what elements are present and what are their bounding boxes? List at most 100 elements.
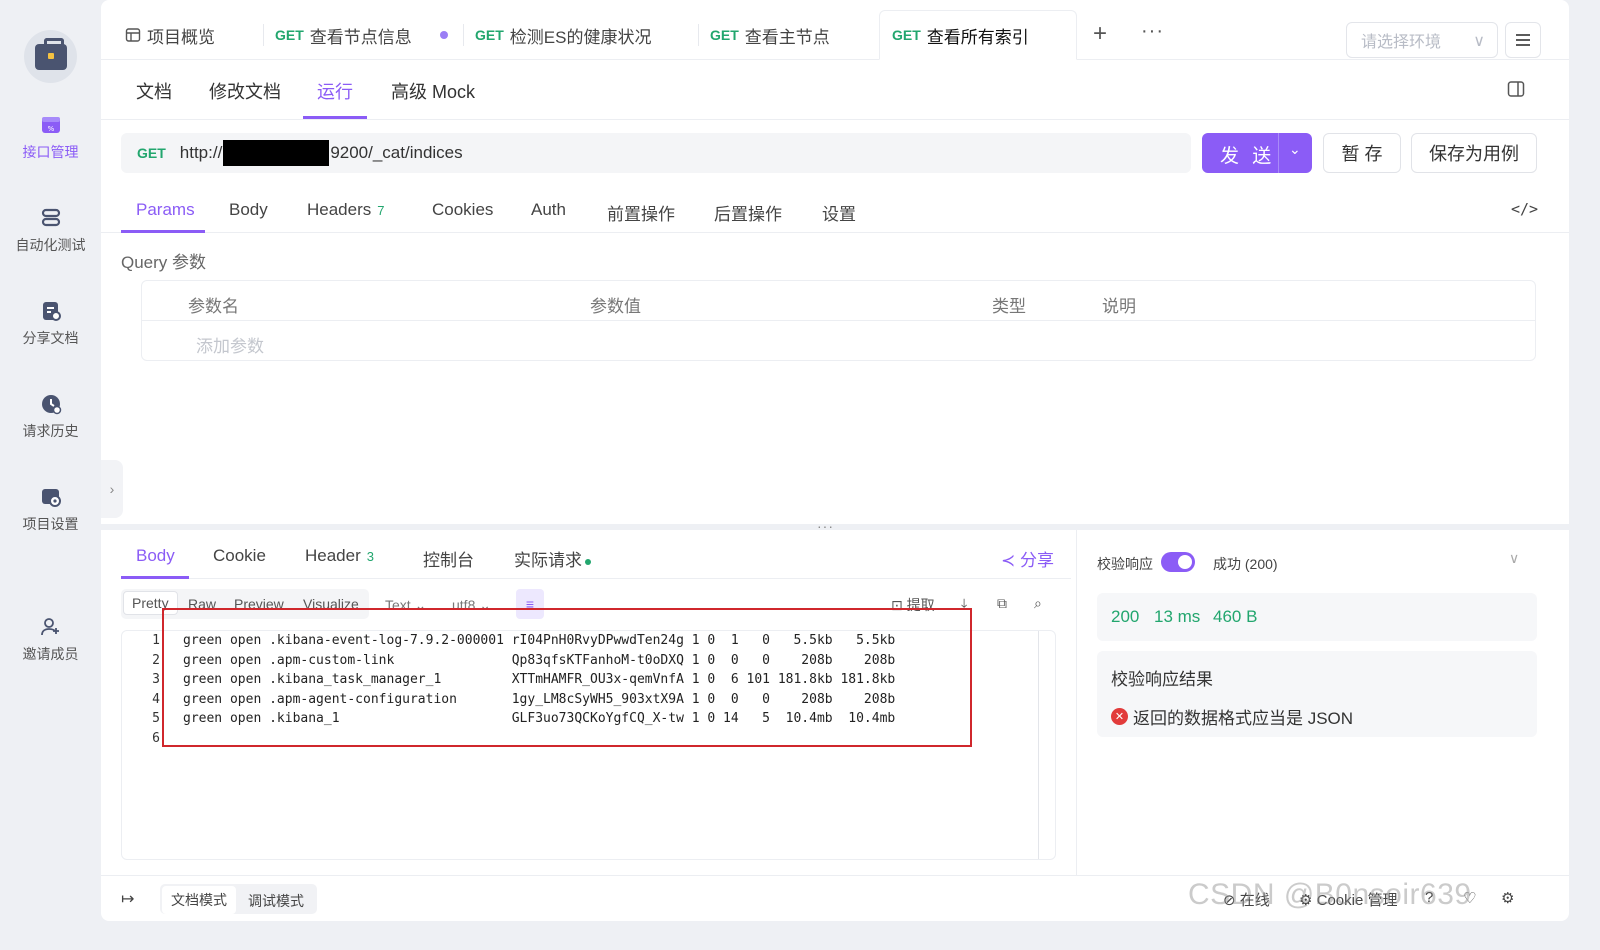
sidebar-item-history[interactable]: 请求历史 — [0, 393, 101, 441]
subtab-doc[interactable]: 文档 — [136, 78, 172, 104]
side-panel-icon[interactable] — [1507, 80, 1525, 98]
sidebar-item-label: 请求历史 — [22, 423, 79, 439]
chevron-down-icon: ∨ — [1473, 33, 1485, 50]
history-icon — [41, 395, 61, 415]
doc-subtabs: 文档 修改文档 运行 高级 Mock — [101, 60, 1569, 120]
tab-post-script[interactable]: 后置操作 — [714, 200, 782, 225]
sidebar-item-label: 接口管理 — [22, 144, 79, 160]
tab-label: 项目概览 — [147, 27, 215, 47]
sidebar: % 接口管理 自动化测试 分享文档 请求历史 项目设置 邀请成员 — [0, 0, 101, 950]
method-badge: GET — [892, 27, 921, 43]
table-header: 参数名 参数值 类型 说明 — [142, 281, 1535, 321]
more-tabs-icon[interactable]: ··· — [1141, 20, 1164, 43]
tab-response-body[interactable]: Body — [136, 546, 175, 566]
tab-params[interactable]: Params — [136, 200, 195, 220]
doc-mode-button[interactable]: 文档模式 — [162, 886, 236, 914]
menu-icon — [1516, 34, 1530, 46]
redacted-host — [223, 140, 330, 166]
error-icon: ✕ — [1111, 708, 1128, 725]
collapse-sidebar-icon[interactable]: ↦ — [121, 889, 134, 909]
save-as-case-button[interactable]: 保存为用例 — [1411, 133, 1537, 173]
share-icon: ≺ — [1001, 551, 1016, 570]
subtab-edit-doc[interactable]: 修改文档 — [209, 78, 281, 104]
send-dropdown-icon[interactable]: ⌄ — [1289, 141, 1301, 158]
tab-headers[interactable]: Headers 7 — [307, 200, 385, 220]
tab-node-info[interactable]: GET 查看节点信息 — [275, 10, 448, 60]
sidebar-item-invite[interactable]: 邀请成员 — [0, 616, 101, 664]
tab-master-node[interactable]: GET 查看主节点 — [710, 10, 830, 60]
method-badge: GET — [710, 27, 739, 43]
tab-response-cookie[interactable]: Cookie — [213, 546, 266, 566]
search-icon[interactable]: ⌕ — [1034, 595, 1042, 612]
validation-status: 成功 (200) — [1213, 556, 1278, 572]
response-stats: 200 13 ms 460 B — [1097, 593, 1537, 641]
watermark: CSDN @B0nsoir639 — [1188, 878, 1472, 911]
unsaved-dot — [439, 31, 448, 39]
send-divider — [1278, 133, 1279, 173]
validation-result-title: 校验响应结果 — [1111, 670, 1213, 689]
sidebar-item-label: 分享文档 — [22, 330, 79, 346]
overview-icon — [125, 28, 141, 42]
tab-separator — [263, 24, 264, 46]
tab-label: 检测ES的健康状况 — [509, 27, 652, 47]
chevron-down-icon[interactable]: ∨ — [1509, 550, 1519, 567]
expand-panel-button[interactable]: › — [101, 460, 123, 518]
request-method[interactable]: GET — [137, 145, 166, 161]
tab-actual-request[interactable]: 实际请求 — [514, 546, 591, 571]
save-temp-button[interactable]: 暂 存 — [1323, 133, 1401, 173]
sidebar-item-automation[interactable]: 自动化测试 — [0, 207, 101, 255]
validation-error-text: 返回的数据格式应当是 JSON — [1133, 709, 1354, 728]
highlight-box — [162, 608, 972, 747]
debug-mode-button[interactable]: 调试模式 — [248, 891, 304, 911]
method-badge: GET — [275, 27, 304, 43]
main-menu-button[interactable] — [1505, 22, 1541, 58]
send-label: 发 送 — [1220, 146, 1276, 167]
copy-icon[interactable]: ⧉ — [997, 595, 1007, 612]
subtab-advanced-mock[interactable]: 高级 Mock — [391, 78, 475, 104]
method-badge: GET — [475, 27, 504, 43]
active-response-tab-underline — [121, 576, 189, 579]
tab-auth[interactable]: Auth — [531, 200, 566, 220]
add-param-input[interactable]: 添加参数 — [196, 332, 264, 357]
sidebar-item-project-settings[interactable]: 项目设置 — [0, 486, 101, 534]
subtab-run[interactable]: 运行 — [317, 78, 353, 104]
api-icon: % — [41, 117, 60, 133]
main-panel: 项目概览 GET 查看节点信息 GET 检测ES的健康状况 GET 查看主节点 … — [101, 0, 1569, 921]
tab-all-indices[interactable]: GET 查看所有索引 — [879, 10, 1077, 60]
tab-label: 查看所有索引 — [926, 27, 1029, 47]
settings-icon[interactable]: ⚙ — [1501, 889, 1514, 907]
sidebar-item-api[interactable]: % 接口管理 — [0, 114, 101, 162]
tab-settings[interactable]: 设置 — [822, 200, 856, 225]
project-logo[interactable] — [24, 30, 77, 83]
drag-handle-icon[interactable]: ··· — [817, 518, 834, 534]
validate-response-toggle[interactable] — [1161, 552, 1195, 572]
column-header: 参数值 — [590, 297, 641, 316]
tab-body[interactable]: Body — [229, 200, 268, 220]
send-button[interactable]: 发 送 ⌄ — [1202, 133, 1312, 173]
tab-response-header[interactable]: Header 3 — [305, 546, 374, 566]
tab-pre-script[interactable]: 前置操作 — [607, 200, 675, 225]
sidebar-item-label: 项目设置 — [22, 516, 79, 532]
scrollbar-track[interactable] — [1038, 631, 1039, 859]
column-header: 说明 — [1102, 297, 1136, 316]
status-dot — [585, 558, 591, 565]
invite-member-icon — [40, 618, 59, 636]
tab-separator — [463, 24, 464, 46]
column-header: 类型 — [992, 297, 1026, 316]
validation-result: 校验响应结果 ✕ 返回的数据格式应当是 JSON — [1097, 651, 1537, 737]
headers-count: 7 — [377, 203, 385, 218]
url-input[interactable]: GET http:// 9200/_cat/indices — [121, 133, 1191, 173]
validation-panel: 校验响应 成功 (200) ∨ 200 13 ms 460 B 校验响应结果 ✕… — [1076, 530, 1569, 875]
tab-label: 查看节点信息 — [309, 27, 412, 47]
code-generate-icon[interactable]: </> — [1511, 200, 1538, 218]
tab-console[interactable]: 控制台 — [423, 546, 474, 571]
tab-es-health[interactable]: GET 检测ES的健康状况 — [475, 10, 651, 60]
share-label: 分享 — [1019, 551, 1054, 570]
sidebar-item-share-doc[interactable]: 分享文档 — [0, 300, 101, 348]
add-tab-icon[interactable]: + — [1093, 20, 1107, 48]
validate-response-label: 校验响应 — [1097, 556, 1153, 572]
tab-cookies[interactable]: Cookies — [432, 200, 493, 220]
share-button[interactable]: ≺ 分享 — [1001, 546, 1054, 571]
environment-select[interactable]: 请选择环境 ∨ — [1346, 22, 1498, 58]
tab-project-overview[interactable]: 项目概览 — [125, 10, 215, 60]
